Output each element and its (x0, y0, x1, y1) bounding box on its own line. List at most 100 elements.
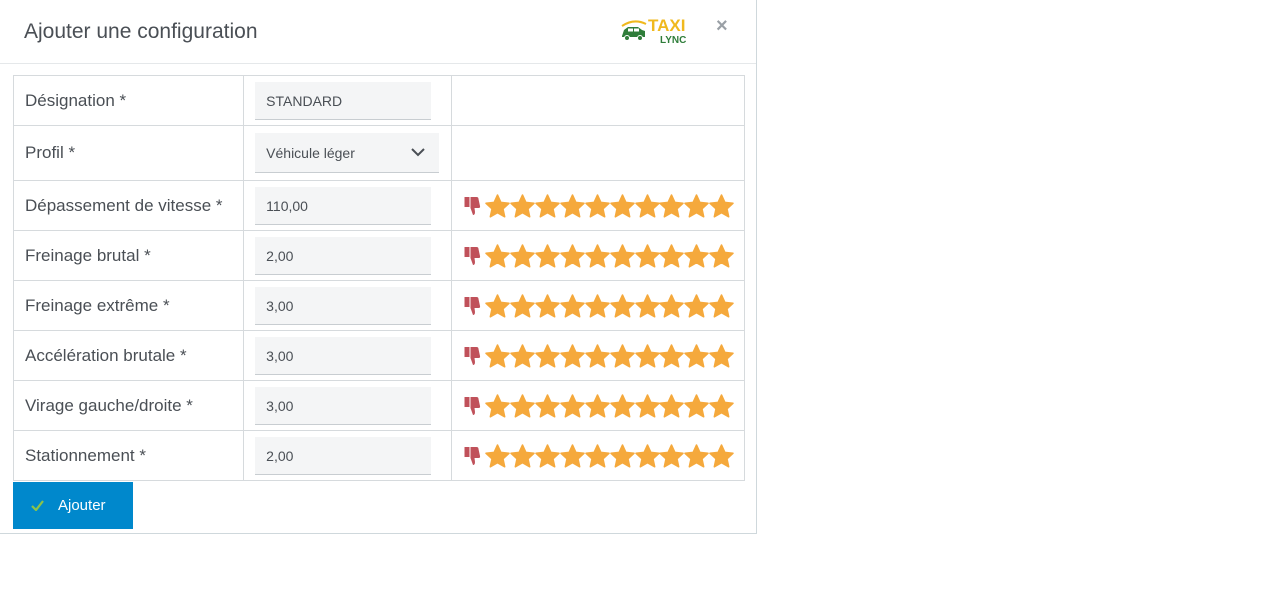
star-icon[interactable] (485, 443, 510, 468)
star-icon[interactable] (609, 343, 635, 368)
star-icon[interactable] (634, 393, 660, 418)
criterion-label: Freinage brutal * (12, 230, 245, 281)
star-icon[interactable] (609, 243, 635, 268)
designation-input[interactable]: STANDARD (255, 81, 432, 120)
thumbs-down-icon[interactable] (462, 446, 482, 466)
modal-title: Ajouter une configuration (24, 20, 258, 43)
star-icon[interactable] (659, 193, 685, 218)
star-icon[interactable] (510, 443, 535, 468)
star-icon[interactable] (560, 193, 585, 218)
svg-text:LYNC: LYNC (660, 35, 686, 46)
star-icon[interactable] (709, 243, 734, 268)
star-icon[interactable] (584, 193, 610, 218)
criterion-label: Virage gauche/droite * (12, 380, 245, 431)
criterion-label: Freinage extrême * (12, 280, 245, 331)
star-icon[interactable] (560, 243, 585, 268)
star-icon[interactable] (609, 443, 635, 468)
star-icon[interactable] (510, 193, 535, 218)
ajouter-button[interactable]: Ajouter (13, 482, 133, 529)
star-icon[interactable] (535, 393, 560, 418)
profil-label: Profil * (12, 125, 245, 181)
star-icon[interactable] (659, 243, 685, 268)
star-icon[interactable] (510, 243, 535, 268)
close-icon[interactable]: × (716, 16, 728, 36)
star-icon[interactable] (560, 343, 585, 368)
thumbs-down-icon[interactable] (462, 396, 482, 416)
star-icon[interactable] (535, 343, 560, 368)
star-rating[interactable] (462, 293, 744, 318)
star-icon[interactable] (659, 343, 685, 368)
star-icon[interactable] (709, 343, 734, 368)
star-icon[interactable] (634, 293, 660, 318)
star-icon[interactable] (485, 343, 510, 368)
star-icon[interactable] (584, 443, 610, 468)
star-icon[interactable] (560, 293, 585, 318)
star-icon[interactable] (584, 243, 610, 268)
star-icon[interactable] (510, 293, 535, 318)
star-icon[interactable] (634, 193, 660, 218)
criterion-value-input[interactable]: 3,00 (255, 286, 432, 325)
table-row: Accélération brutale * 3,00 (12, 330, 745, 381)
star-icon[interactable] (584, 293, 610, 318)
star-icon[interactable] (485, 293, 510, 318)
thumbs-down-icon[interactable] (462, 246, 482, 266)
star-icon[interactable] (535, 193, 560, 218)
thumbs-down-icon[interactable] (462, 346, 482, 366)
star-icon[interactable] (709, 393, 734, 418)
star-icon[interactable] (659, 293, 685, 318)
star-icon[interactable] (609, 293, 635, 318)
star-icon[interactable] (584, 393, 610, 418)
star-icon[interactable] (684, 243, 710, 268)
star-icon[interactable] (609, 193, 635, 218)
criterion-value-input[interactable]: 110,00 (255, 186, 432, 225)
thumbs-down-icon[interactable] (462, 196, 482, 216)
star-icon[interactable] (709, 193, 734, 218)
criterion-value-input[interactable]: 3,00 (255, 336, 432, 375)
taxi-lync-logo: TAXI LYNC (620, 14, 694, 46)
criterion-label: Accélération brutale * (12, 330, 245, 381)
star-icon[interactable] (609, 393, 635, 418)
star-icon[interactable] (684, 193, 710, 218)
star-icon[interactable] (510, 343, 535, 368)
star-rating[interactable] (462, 243, 744, 268)
designation-label: Désignation * (12, 75, 245, 126)
star-icon[interactable] (535, 293, 560, 318)
star-icon[interactable] (485, 243, 510, 268)
profil-select[interactable]: Véhicule léger (255, 133, 440, 173)
criterion-value-input[interactable]: 2,00 (255, 236, 432, 275)
star-icon[interactable] (709, 293, 734, 318)
star-icon[interactable] (659, 393, 685, 418)
star-icon[interactable] (634, 343, 660, 368)
criterion-label: Dépassement de vitesse * (12, 180, 245, 231)
star-rating[interactable] (462, 343, 744, 368)
modal-header: Ajouter une configuration TAXI LYNC × (0, 0, 756, 64)
star-icon[interactable] (485, 393, 510, 418)
star-icon[interactable] (684, 293, 710, 318)
criterion-value-input[interactable]: 2,00 (255, 436, 432, 475)
star-icon[interactable] (684, 343, 710, 368)
star-icon[interactable] (560, 443, 585, 468)
thumbs-down-icon[interactable] (462, 296, 482, 316)
add-configuration-modal: Ajouter une configuration TAXI LYNC × Dé… (0, 0, 757, 534)
table-row: Désignation * STANDARD (12, 75, 745, 126)
star-icon[interactable] (634, 243, 660, 268)
star-rating[interactable] (462, 443, 744, 468)
star-rating[interactable] (462, 393, 744, 418)
star-icon[interactable] (584, 343, 610, 368)
star-icon[interactable] (560, 393, 585, 418)
star-icon[interactable] (535, 443, 560, 468)
star-rating[interactable] (462, 193, 744, 218)
star-icon[interactable] (535, 243, 560, 268)
star-icon[interactable] (659, 443, 685, 468)
criterion-label: Stationnement * (12, 430, 245, 481)
star-icon[interactable] (510, 393, 535, 418)
star-icon[interactable] (709, 443, 734, 468)
configuration-table: Désignation * STANDARD Profil * Véhicule… (12, 75, 745, 481)
star-icon[interactable] (684, 443, 710, 468)
star-icon[interactable] (485, 193, 510, 218)
table-row: Profil * Véhicule léger (12, 125, 745, 181)
star-icon[interactable] (684, 393, 710, 418)
check-icon (31, 500, 44, 511)
star-icon[interactable] (634, 443, 660, 468)
criterion-value-input[interactable]: 3,00 (255, 386, 432, 425)
